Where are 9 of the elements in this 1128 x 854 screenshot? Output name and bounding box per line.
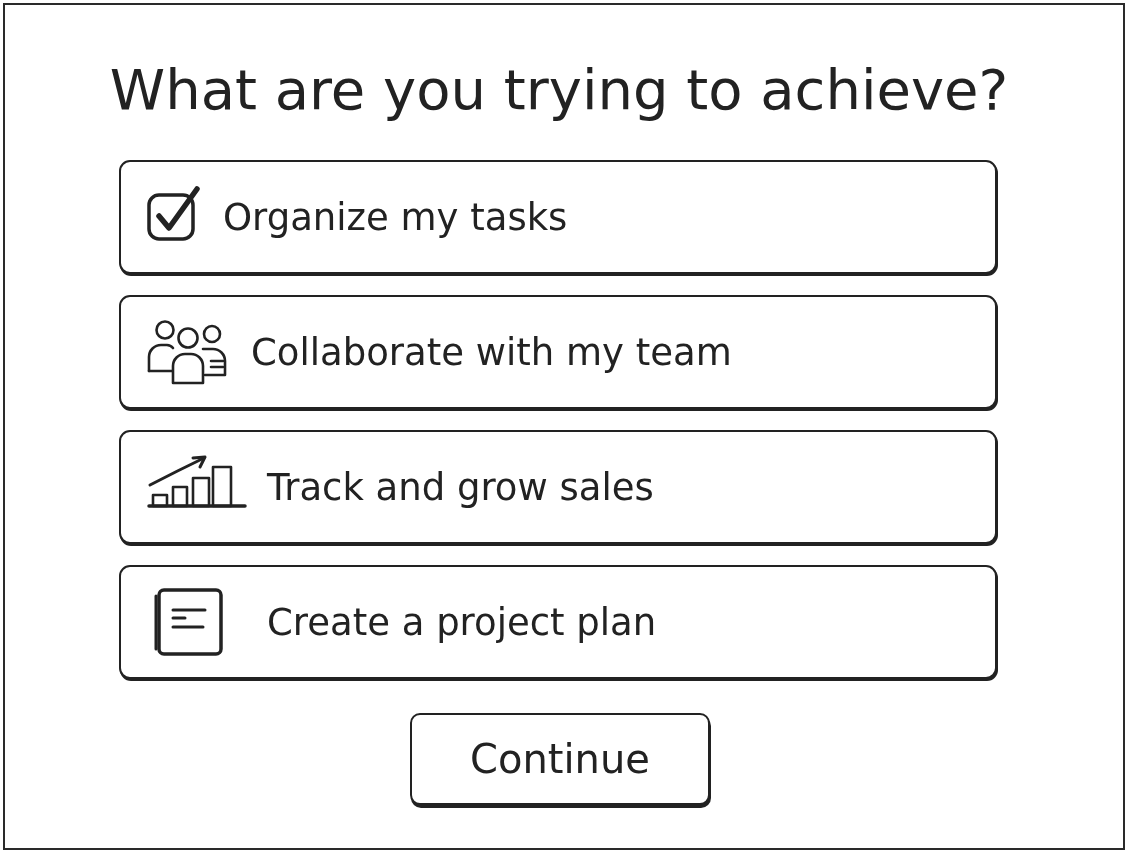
growth-chart-icon	[147, 455, 247, 509]
continue-button[interactable]: Continue	[410, 713, 710, 805]
option-button[interactable]: Collaborate with my team	[119, 295, 997, 409]
page-title: What are you trying to achieve?	[109, 57, 1009, 123]
option-button[interactable]: Create a project plan	[119, 565, 997, 679]
checkbox-tick-icon	[147, 186, 201, 242]
option-button[interactable]: Organize my tasks	[119, 160, 997, 274]
option-button[interactable]: Track and grow sales	[119, 430, 997, 544]
document-icon	[153, 587, 223, 657]
